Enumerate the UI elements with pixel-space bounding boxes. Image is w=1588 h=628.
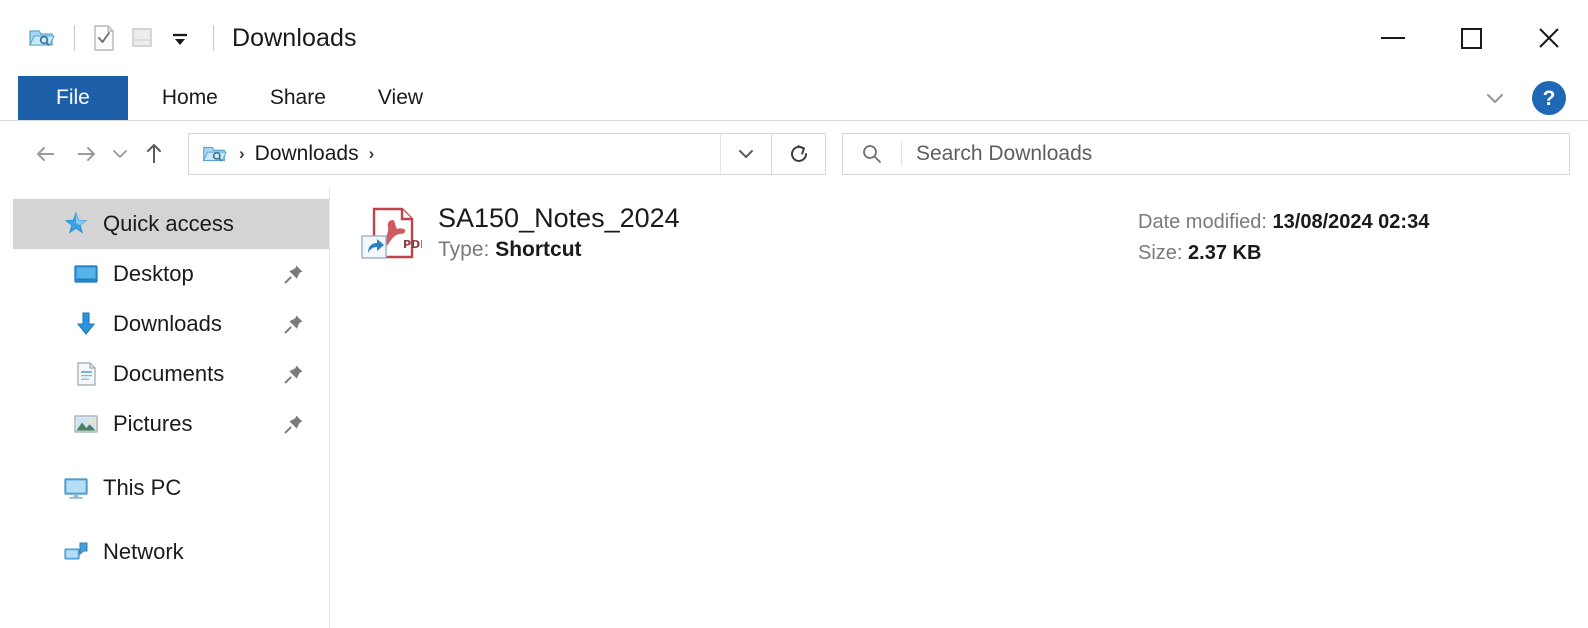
minimize-icon <box>1381 37 1405 39</box>
list-item[interactable]: PDF SA150_Notes_2024 Type: Shortcut Date… <box>330 201 1588 287</box>
nav-group-gap-1 <box>0 449 329 463</box>
recent-locations-button[interactable] <box>106 134 134 174</box>
breadcrumb[interactable]: › Downloads › <box>189 139 720 169</box>
sidebar-label-downloads: Downloads <box>113 311 222 336</box>
sidebar-label-desktop: Desktop <box>113 261 194 286</box>
arrow-left-icon <box>37 147 54 161</box>
expand-ribbon-chevron-down-icon[interactable] <box>1480 83 1510 113</box>
sidebar-label-this-pc: This PC <box>103 475 182 500</box>
tab-home[interactable]: Home <box>136 76 244 120</box>
arrow-up-icon <box>147 144 161 163</box>
qat-divider-2 <box>213 25 214 51</box>
back-button[interactable] <box>26 134 66 174</box>
folder-explorer-icon <box>24 21 58 55</box>
window-title: Downloads <box>232 23 357 52</box>
refresh-button[interactable] <box>772 133 826 175</box>
file-name[interactable]: SA150_Notes_2024 <box>438 203 1128 233</box>
quick-access-toolbar: Downloads <box>24 18 357 58</box>
sidebar-item-this-pc[interactable]: This PC <box>13 463 329 513</box>
file-type-label: Type: <box>438 238 490 262</box>
sidebar-label-quick-access: Quick access <box>103 211 234 236</box>
chevron-down-icon <box>113 150 127 158</box>
ribbon-tab-bar: File Home Share View ? <box>0 76 1588 121</box>
svg-text:PDF: PDF <box>403 238 422 251</box>
file-type-value: Shortcut <box>495 238 582 262</box>
window-controls <box>1354 0 1588 76</box>
address-history-dropdown-button[interactable] <box>720 134 771 174</box>
maximize-icon <box>1460 27 1482 49</box>
search-box[interactable] <box>842 133 1570 175</box>
pictures-icon <box>71 409 101 439</box>
new-folder-icon[interactable] <box>125 21 159 55</box>
chevron-down-icon <box>739 150 753 158</box>
file-explorer-window: Downloads File Home Share View ? › Downl… <box>0 0 1588 628</box>
file-list-pane[interactable]: PDF SA150_Notes_2024 Type: Shortcut Date… <box>330 187 1588 628</box>
close-button[interactable] <box>1510 6 1588 70</box>
nav-group-gap-2 <box>0 513 329 527</box>
sidebar-item-quick-access[interactable]: Quick access <box>13 199 329 249</box>
forward-button[interactable] <box>66 134 106 174</box>
size-line: Size: 2.37 KB <box>1138 238 1558 269</box>
tab-share[interactable]: Share <box>244 76 352 120</box>
sidebar-label-documents: Documents <box>113 361 225 386</box>
sidebar-item-network[interactable]: Network <box>13 527 329 577</box>
customize-qat-dropdown-icon[interactable] <box>163 21 197 55</box>
qat-divider-1 <box>74 25 75 51</box>
up-one-level-button[interactable] <box>134 134 174 174</box>
date-modified-line: Date modified: 13/08/2024 02:34 <box>1138 207 1558 238</box>
sidebar-item-documents[interactable]: Documents <box>13 349 329 399</box>
breadcrumb-separator-2[interactable]: › <box>359 144 385 164</box>
pdf-shortcut-icon: PDF <box>360 203 422 265</box>
close-icon <box>1539 28 1559 48</box>
minimize-button[interactable] <box>1354 6 1432 70</box>
desktop-icon <box>71 259 101 289</box>
file-metadata: Date modified: 13/08/2024 02:34 Size: 2.… <box>1128 201 1558 269</box>
search-input[interactable] <box>902 141 1569 167</box>
help-button[interactable]: ? <box>1532 81 1566 115</box>
tab-file[interactable]: File <box>18 76 128 120</box>
date-modified-value: 13/08/2024 02:34 <box>1272 211 1430 233</box>
date-modified-label: Date modified: <box>1138 211 1267 233</box>
arrow-right-icon <box>78 147 95 161</box>
explorer-body: Quick access Desktop Downloads Documents… <box>0 187 1588 628</box>
breadcrumb-item-downloads[interactable]: Downloads <box>255 142 359 166</box>
breadcrumb-folder-explorer-icon <box>199 139 229 169</box>
maximize-button[interactable] <box>1432 6 1510 70</box>
sidebar-item-desktop[interactable]: Desktop <box>13 249 329 299</box>
network-icon <box>61 537 91 567</box>
file-primary-info: SA150_Notes_2024 Type: Shortcut <box>438 201 1128 262</box>
download-arrow-icon <box>71 309 101 339</box>
star-pin-icon <box>61 209 91 239</box>
documents-icon <box>71 359 101 389</box>
properties-icon[interactable] <box>87 21 121 55</box>
size-value: 2.37 KB <box>1188 242 1262 264</box>
pin-icon[interactable] <box>283 313 305 335</box>
sidebar-item-pictures[interactable]: Pictures <box>13 399 329 449</box>
tab-view[interactable]: View <box>352 76 449 120</box>
navigation-pane: Quick access Desktop Downloads Documents… <box>0 187 330 628</box>
address-toolbar: › Downloads › <box>0 121 1588 187</box>
sidebar-label-pictures: Pictures <box>113 411 193 436</box>
size-label: Size: <box>1138 242 1183 264</box>
ribbon-right-controls: ? <box>1480 76 1588 120</box>
file-type-line: Type: Shortcut <box>438 238 1128 262</box>
search-icon <box>843 134 901 174</box>
title-bar: Downloads <box>0 0 1588 76</box>
this-pc-icon <box>61 473 91 503</box>
sidebar-item-downloads[interactable]: Downloads <box>13 299 329 349</box>
pin-icon[interactable] <box>283 263 305 285</box>
pin-icon[interactable] <box>283 363 305 385</box>
refresh-icon <box>790 145 807 162</box>
breadcrumb-separator-1[interactable]: › <box>229 144 255 164</box>
sidebar-label-network: Network <box>103 539 184 564</box>
pin-icon[interactable] <box>283 413 305 435</box>
address-bar[interactable]: › Downloads › <box>188 133 772 175</box>
